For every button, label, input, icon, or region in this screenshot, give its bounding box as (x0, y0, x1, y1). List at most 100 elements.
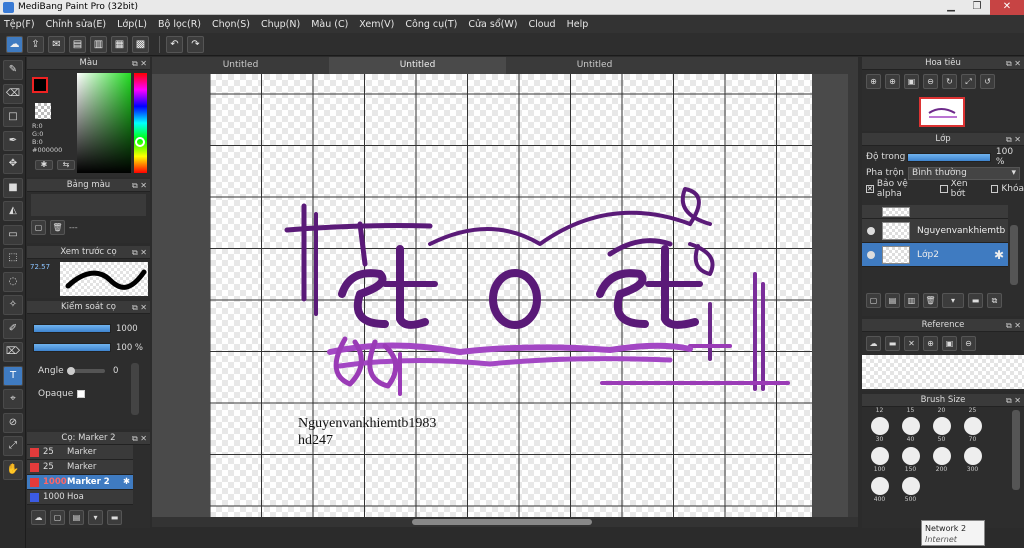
brush-size-cell[interactable]: 100 (864, 447, 895, 477)
palette-swatch-area[interactable] (31, 194, 146, 216)
menu-item-9[interactable]: Cửa sổ(W) (468, 19, 517, 30)
menu-item-10[interactable]: Cloud (528, 19, 555, 30)
select-pen-tool-icon[interactable]: ✐ (3, 318, 23, 339)
lock-checkbox[interactable] (990, 185, 999, 193)
layer-folder-icon[interactable]: ▬ (968, 292, 983, 308)
clipping-checkbox[interactable] (939, 185, 948, 193)
layer-row[interactable]: Nguyenvankhiemtb (862, 219, 1008, 243)
reference-zoom-out-icon[interactable]: ⊖ (961, 335, 976, 351)
palette-delete-icon[interactable]: 🗑 (50, 220, 65, 235)
select-rect-tool-icon[interactable]: ⬚ (3, 248, 23, 268)
brush-size-slider[interactable] (33, 324, 111, 333)
panel-close-icon[interactable]: ⧉ ✕ (132, 179, 147, 192)
menu-item-3[interactable]: Bộ lọc(R) (158, 19, 201, 30)
color-add-icon[interactable]: ✱ (35, 160, 53, 170)
brush-cloud-icon[interactable]: ☁ (31, 510, 46, 525)
document-list-icon[interactable]: ▥ (90, 35, 107, 53)
eye-icon[interactable] (867, 250, 875, 259)
text-tool-icon[interactable]: T (3, 365, 23, 386)
menu-item-7[interactable]: Xem(V) (359, 19, 394, 30)
menu-item-4[interactable]: Chọn(S) (212, 19, 250, 30)
undo-icon[interactable]: ↶ (166, 35, 183, 53)
menu-item-0[interactable]: Tệp(F) (4, 19, 35, 30)
reference-zoom-in-icon[interactable]: ⊕ (923, 335, 938, 351)
brush-size-cell[interactable]: 70 (957, 417, 988, 447)
brush-size-cell[interactable]: 200 (926, 447, 957, 477)
brush-size-cell[interactable]: 300 (957, 447, 988, 477)
panel-close-icon[interactable]: ⧉ ✕ (1006, 394, 1021, 407)
lasso-tool-icon[interactable]: ◌ (3, 271, 23, 292)
brush-list-item[interactable]: 25 Marker (27, 445, 133, 460)
zoom-in-2-icon[interactable]: ⊕ (885, 73, 900, 89)
angle-slider[interactable] (67, 367, 105, 375)
canvas-scroll-thumb[interactable] (412, 519, 592, 525)
brush-duplicate-icon[interactable]: ▤ (69, 510, 84, 525)
bucket-tool-icon[interactable]: ◭ (3, 201, 23, 221)
navigator-thumbnail[interactable] (919, 97, 965, 127)
panel-close-icon[interactable]: ⧉ ✕ (132, 57, 147, 70)
panel-close-icon[interactable]: ⧉ ✕ (132, 246, 147, 259)
divide-tool-icon[interactable]: ⌖ (3, 389, 23, 409)
brush-size-cell[interactable]: 150 (895, 447, 926, 477)
maximize-icon[interactable]: ❐ (964, 0, 990, 15)
hue-slider[interactable] (134, 73, 147, 173)
panel-close-icon[interactable]: ⧉ ✕ (1006, 133, 1021, 146)
zoom-in-icon[interactable]: ⊕ (866, 73, 881, 89)
brush-size-cell[interactable]: 50 (926, 417, 957, 447)
brush-tool-icon[interactable]: ✎ (3, 60, 23, 80)
reference-open-icon[interactable]: ▬ (885, 335, 900, 351)
brush-size-cell[interactable]: 30 (864, 417, 895, 447)
reference-fit-icon[interactable]: ▣ (942, 335, 957, 351)
color-swap-icon[interactable]: ⇆ (57, 160, 75, 170)
grid-settings-icon[interactable]: ▦ (111, 35, 128, 53)
share-icon[interactable]: ⇪ (27, 35, 44, 53)
tab-0[interactable]: Untitled (152, 57, 329, 74)
close-icon[interactable]: ✕ (990, 0, 1024, 15)
menu-item-5[interactable]: Chụp(N) (261, 19, 300, 30)
fullscreen-icon[interactable]: ⤢ (961, 73, 976, 89)
canvas-vertical-scrollbar[interactable] (848, 74, 858, 517)
transform-tool-icon[interactable]: ⤢ (3, 436, 23, 456)
menu-item-11[interactable]: Help (567, 19, 589, 30)
layer-list-scrollbar[interactable] (1010, 225, 1018, 285)
panel-close-icon[interactable]: ⧉ ✕ (1006, 319, 1021, 332)
menu-item-1[interactable]: Chỉnh sửa(E) (46, 19, 107, 30)
layer-more-icon[interactable]: ▾ (942, 292, 964, 308)
layer-opacity-slider[interactable] (907, 152, 991, 162)
reference-close-icon[interactable]: ✕ (904, 335, 919, 351)
brush-new-icon[interactable]: ▢ (50, 510, 65, 525)
opaque-checkbox[interactable] (77, 390, 85, 398)
pen-tool-icon[interactable]: ✒ (3, 130, 23, 151)
tab-2[interactable]: Untitled (506, 57, 683, 74)
chat-icon[interactable]: ✉ (48, 35, 65, 53)
brush-size-scrollbar[interactable] (1012, 410, 1020, 490)
menu-item-8[interactable]: Công cụ(T) (405, 19, 457, 30)
transparent-swatch[interactable] (35, 103, 51, 119)
brush-list-item[interactable]: 1000 Hoa (27, 490, 133, 505)
brush-size-cell[interactable]: 400 (864, 477, 895, 507)
merge-layer-icon[interactable]: ⧉ (987, 292, 1002, 308)
redo-icon[interactable]: ↷ (187, 35, 204, 53)
eyedropper-tool-icon[interactable]: ⊘ (3, 412, 23, 433)
reference-view[interactable] (862, 355, 1024, 389)
fit-icon[interactable]: ▣ (904, 73, 919, 89)
brush-folder-icon[interactable]: ▬ (107, 510, 122, 525)
layer-row[interactable]: Lớp2 ✱ (862, 243, 1008, 267)
brush-opacity-slider[interactable] (33, 343, 111, 352)
select-eraser-tool-icon[interactable]: ⌦ (3, 342, 23, 362)
delete-layer-icon[interactable]: 🗑 (923, 292, 938, 308)
new-halftone-layer-icon[interactable]: ▤ (885, 292, 900, 308)
new-layer-icon[interactable]: ▢ (866, 292, 881, 308)
rotate-icon[interactable]: ↻ (942, 73, 957, 89)
canvas-horizontal-scrollbar[interactable] (152, 517, 858, 527)
blend-mode-select[interactable]: Bình thường ▾ (908, 166, 1020, 180)
brush-list-item[interactable]: 25 Marker (27, 460, 133, 475)
hue-handle[interactable] (135, 137, 145, 147)
palette-new-icon[interactable]: ▢ (31, 220, 46, 235)
layer-row[interactable] (862, 205, 1008, 219)
zoom-out-icon[interactable]: ⊖ (923, 73, 938, 89)
minimize-icon[interactable]: ▁ (938, 0, 964, 15)
brush-settings-icon[interactable]: ✱ (123, 477, 130, 487)
brush-add-icon[interactable]: ▾ (88, 510, 103, 525)
brush-list-item[interactable]: 1000 Marker 2 ✱ (27, 475, 133, 490)
